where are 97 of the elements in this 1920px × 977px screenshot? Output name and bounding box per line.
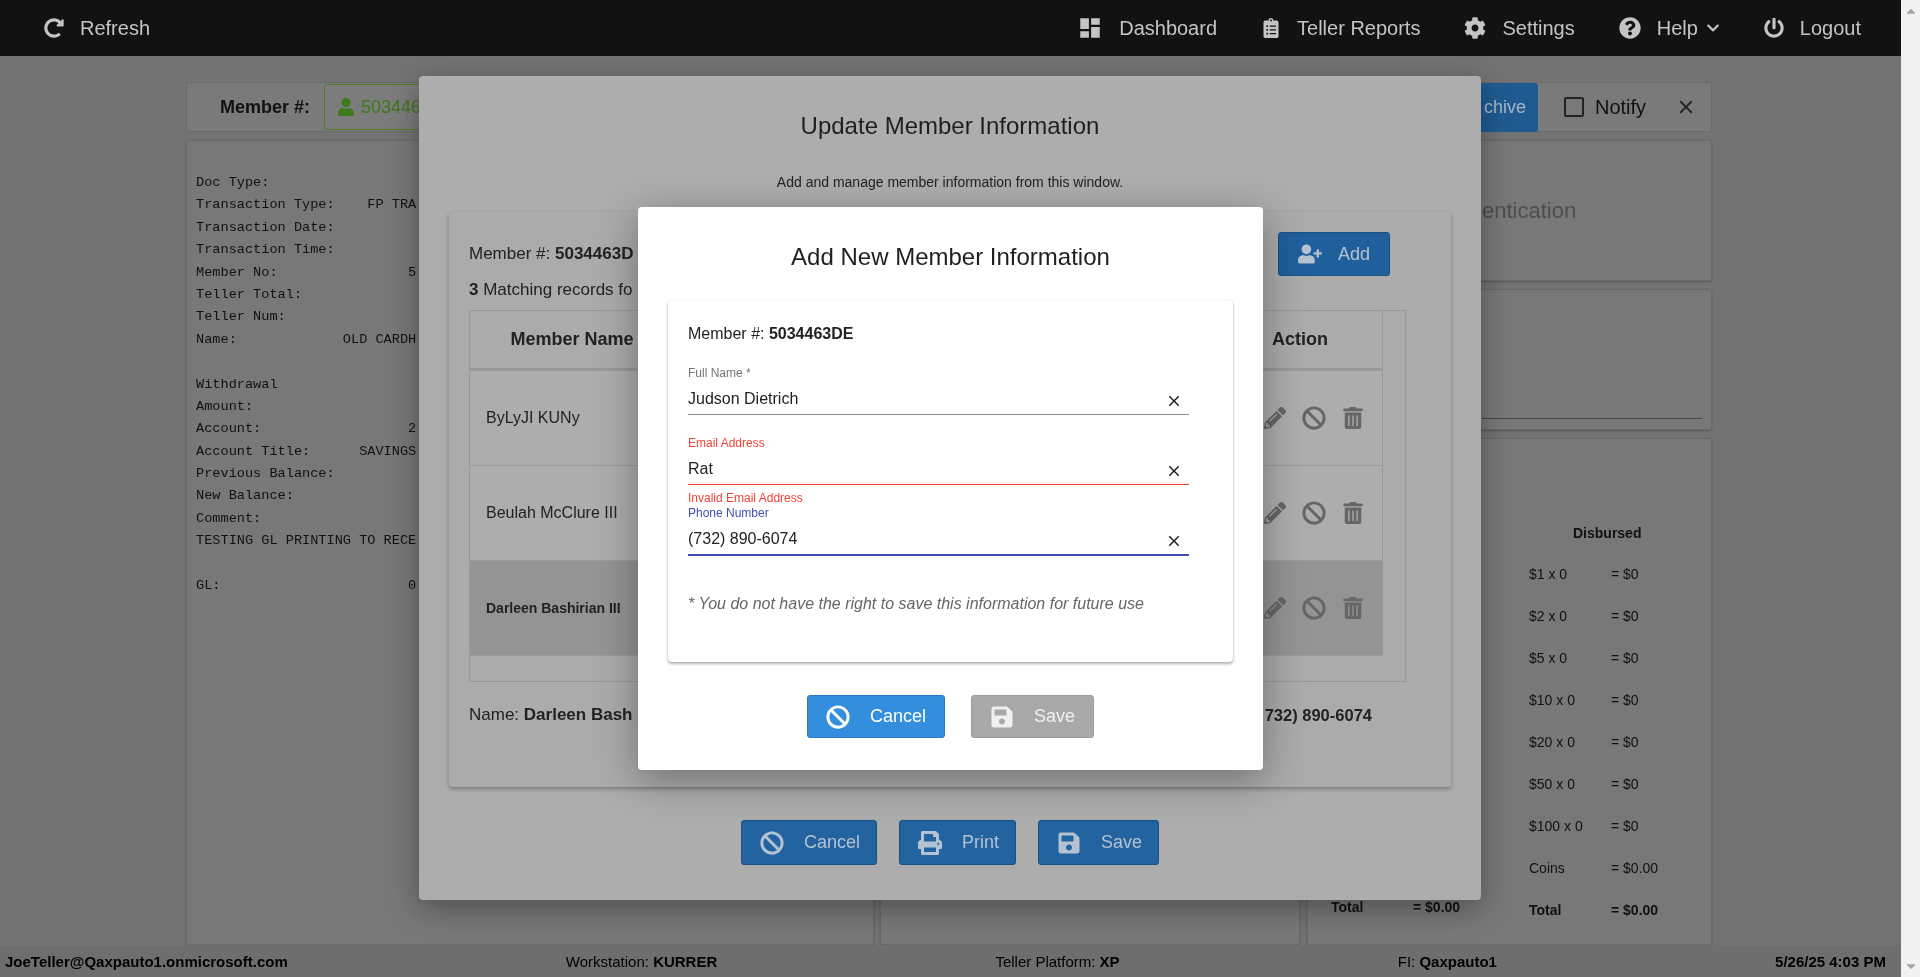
member-number: Member #: 5034463DE	[688, 324, 855, 344]
denomination-value: = $0	[1611, 776, 1639, 792]
denomination-label: $1 x 0	[1529, 566, 1569, 582]
total-value: = $0.00	[1413, 899, 1461, 915]
nav-link[interactable]: Logout	[1763, 16, 1861, 40]
status-text: Workstation: KURRER	[565, 952, 718, 970]
receipt-line: Previous Balance:	[196, 465, 335, 484]
receipt-line: Name: OLD CARDH	[196, 330, 417, 349]
match-count-text: 3 Matching records fo	[469, 279, 633, 301]
clipboard-icon	[1261, 18, 1282, 38]
receipt-line: GL: 0	[196, 577, 417, 596]
pencil-icon[interactable]	[1264, 597, 1286, 619]
pencil-icon[interactable]	[1264, 502, 1286, 524]
member-number: Member #: 5034463D	[469, 243, 634, 265]
receipt-line: Comment:	[196, 509, 262, 528]
nav-link[interactable]: Teller Reports	[1261, 16, 1421, 40]
disbursed-heading: Disbursed	[1572, 524, 1643, 543]
receipt-line: Teller Total:	[196, 285, 303, 304]
trash-icon[interactable]	[1342, 502, 1364, 524]
power-icon	[1763, 18, 1784, 38]
member-name-cell: ByLyJI KUNy	[486, 409, 580, 427]
member-name-cell: Darleen Bashirian III	[486, 600, 621, 616]
text-field[interactable]: (732) 890-6074	[688, 520, 1189, 556]
dialog-subtitle: Add and manage member information from this window.	[776, 174, 1124, 190]
status-text: Teller Platform: XP	[995, 952, 1120, 970]
person-icon	[337, 98, 356, 116]
column-header: Action	[1271, 329, 1329, 350]
denomination-value: = $0	[1611, 608, 1639, 624]
denomination-label: $20 x 0	[1529, 734, 1576, 750]
ban-icon[interactable]	[1302, 596, 1326, 620]
receipt-line: Account Title: SAVINGS	[196, 442, 417, 461]
receipt-line: Account: 2	[196, 420, 417, 439]
receipt-line: Member No: 5	[196, 263, 417, 282]
receipt-line: Amount:	[196, 397, 254, 416]
denomination-value: = $0	[1611, 692, 1639, 708]
ban-icon[interactable]	[1302, 406, 1326, 430]
denomination-value: = $0	[1611, 650, 1639, 666]
notify-label: Notify	[1595, 95, 1648, 119]
settings-icon	[1464, 17, 1487, 39]
field-label: Phone Number	[688, 506, 769, 520]
denomination-label: $2 x 0	[1529, 608, 1569, 624]
receipt-line: TESTING GL PRINTING TO RECE	[196, 532, 417, 551]
refresh-icon	[44, 18, 64, 38]
denomination-label: $5 x 0	[1529, 650, 1569, 666]
error-message: Invalid Email Address	[688, 491, 804, 505]
add-button[interactable]: Add	[1278, 232, 1390, 276]
selected-phone: 732) 890-6074	[1264, 705, 1372, 726]
selected-name: Name: Darleen Bash	[469, 704, 633, 726]
nav-link[interactable]: Settings	[1464, 16, 1575, 40]
receipt-line: Withdrawal	[196, 375, 278, 394]
receipt-line: Transaction Date:	[196, 218, 335, 237]
receipt-line: Doc Type:	[196, 174, 270, 192]
total-value: = $0.00	[1611, 902, 1659, 918]
dialog-title: Update Member Information	[800, 112, 1100, 140]
refresh-link[interactable]: Refresh	[44, 16, 151, 40]
total-label: Total	[1331, 899, 1365, 915]
ban-icon	[759, 830, 784, 855]
dialog-button[interactable]: Print	[899, 820, 1016, 865]
ban-icon[interactable]	[1302, 501, 1326, 525]
trash-icon[interactable]	[1342, 407, 1364, 429]
denomination-value: = $0	[1611, 818, 1639, 834]
text-field[interactable]: Rat	[688, 450, 1189, 485]
field-label: Email Address	[688, 436, 765, 450]
status-text: FI: Qaxpauto1	[1397, 952, 1497, 970]
receipt-line: Transaction Time:	[196, 241, 335, 260]
nav-link[interactable]: Dashboard	[1077, 15, 1218, 41]
pencil-icon[interactable]	[1264, 407, 1286, 429]
printer-icon	[918, 830, 942, 855]
scrollbar[interactable]	[1901, 0, 1920, 977]
member-name-cell: Beulah McClure III	[486, 504, 618, 522]
denomination-label: $100 x 0	[1529, 818, 1584, 834]
member-label: Member #:	[220, 96, 311, 118]
denomination-value: = $0	[1611, 566, 1639, 582]
status-text: JoeTeller@Qaxpauto1.onmicrosoft.com	[5, 952, 288, 970]
ban-icon	[825, 704, 850, 729]
text-field[interactable]: Judson Dietrich	[688, 380, 1189, 415]
denomination-value: = $0	[1611, 734, 1639, 750]
member-value: 503446	[361, 96, 422, 118]
add-person-icon	[1298, 242, 1322, 266]
denomination-label: $50 x 0	[1529, 776, 1576, 792]
denomination-label: Coins	[1529, 860, 1566, 876]
nav-link[interactable]: Help	[1618, 16, 1720, 40]
receipt-line: New Balance:	[196, 487, 294, 506]
denomination-value: = $0.00	[1611, 860, 1659, 876]
denomination-label: $10 x 0	[1529, 692, 1576, 708]
notice-text: * You do not have the right to save this information for future use	[688, 595, 1145, 613]
dialog-title: Add New Member Information	[791, 243, 1110, 271]
receipt-line: Transaction Type: FP TRA	[196, 196, 417, 215]
receipt-line: Teller Num:	[196, 308, 286, 327]
total-label: Total	[1529, 902, 1563, 918]
help-icon	[1618, 17, 1641, 39]
trash-icon[interactable]	[1342, 597, 1364, 619]
status-text: 5/26/25 4:03 PM	[1775, 952, 1886, 970]
field-label: Full Name *	[688, 366, 751, 380]
dialog-button[interactable]: Cancel	[740, 820, 877, 865]
column-header: Member Name	[509, 329, 635, 350]
notify-checkbox[interactable]	[1564, 97, 1584, 117]
